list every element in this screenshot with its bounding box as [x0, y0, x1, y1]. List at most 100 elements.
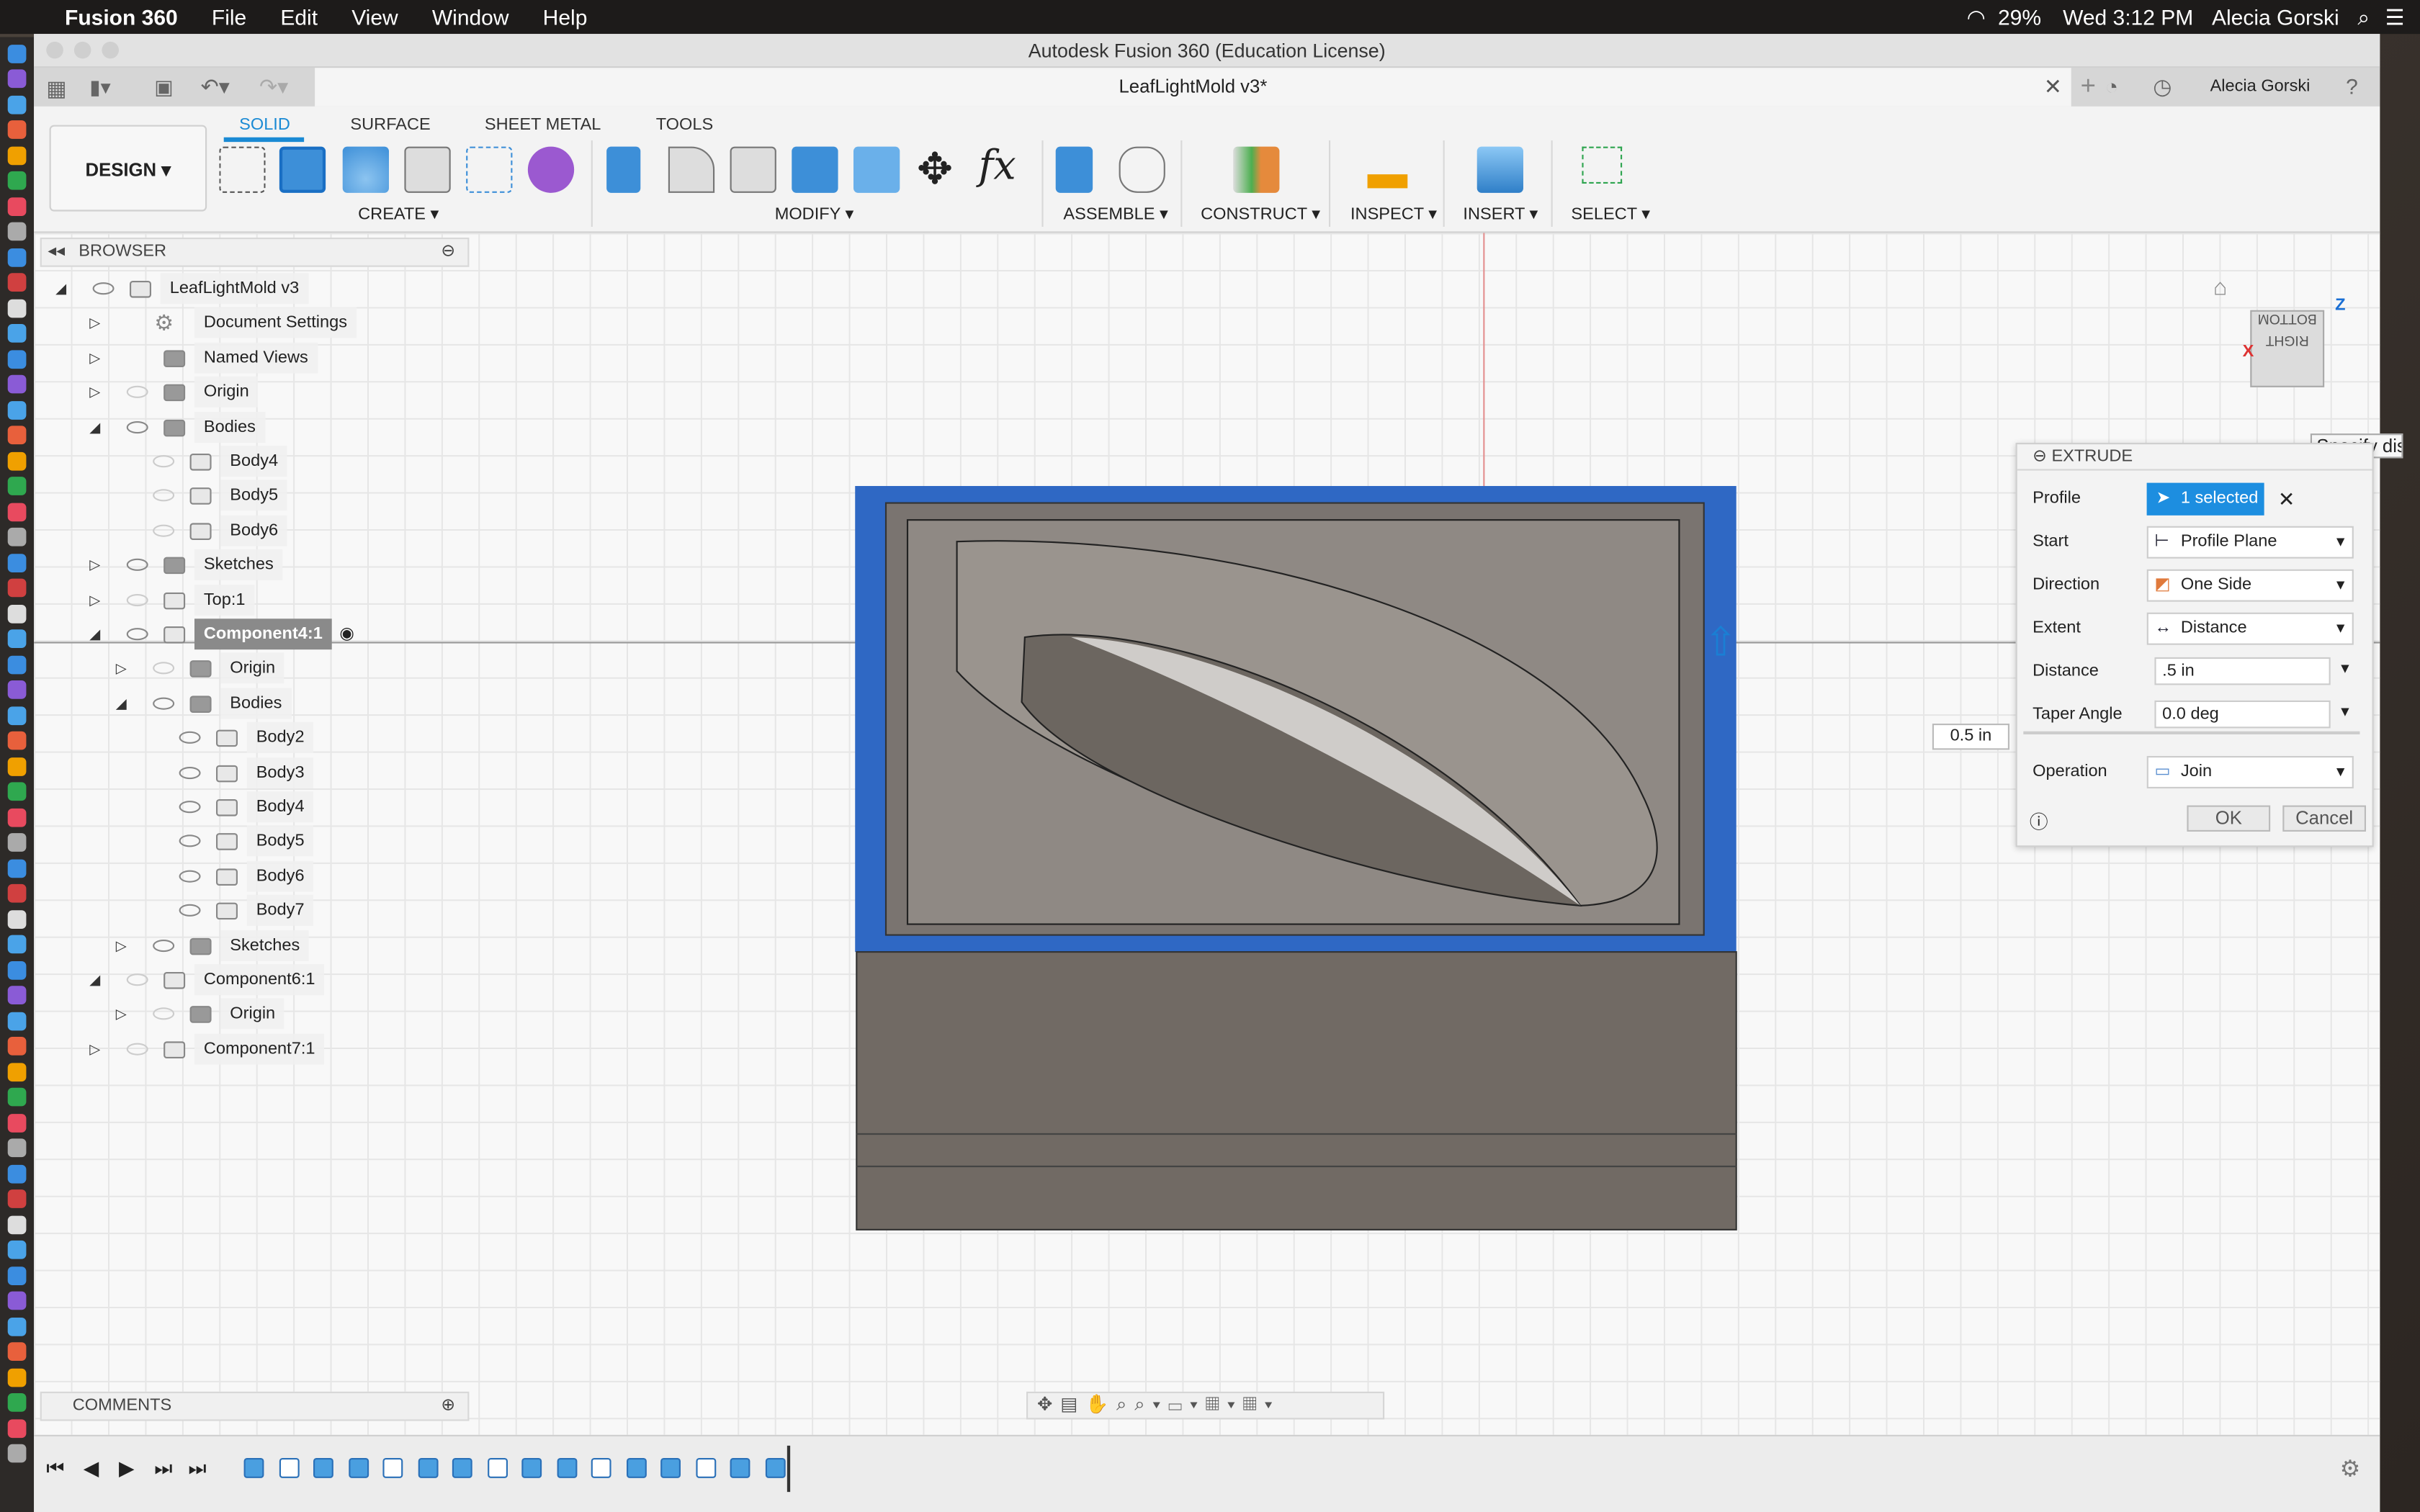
dock-app-icon[interactable]: [7, 1367, 27, 1387]
workspace-switcher[interactable]: DESIGN ▾: [49, 125, 207, 212]
grid-settings-icon[interactable]: ▦▾: [1206, 1393, 1243, 1415]
revolve-icon[interactable]: [342, 146, 389, 193]
visibility-eye-icon[interactable]: [126, 973, 148, 986]
timeline-feature-icon[interactable]: [313, 1457, 333, 1478]
fillet-icon[interactable]: [668, 146, 715, 193]
dock-app-icon[interactable]: [7, 603, 27, 623]
visibility-eye-icon[interactable]: [126, 420, 148, 433]
create-menu[interactable]: CREATE ▾: [358, 204, 439, 224]
visibility-eye-icon[interactable]: [126, 1043, 148, 1056]
collapsed-arrow-icon[interactable]: ▷: [89, 1033, 100, 1064]
dock-app-icon[interactable]: [7, 858, 27, 878]
browser-node[interactable]: Body7: [40, 895, 470, 927]
dock-app-icon[interactable]: [7, 527, 27, 546]
expanded-arrow-icon[interactable]: ◢: [89, 964, 100, 995]
dock-app-icon[interactable]: [7, 349, 27, 369]
timeline-marker[interactable]: [786, 1445, 791, 1493]
browser-node[interactable]: Body6: [40, 860, 470, 892]
pattern-icon[interactable]: [466, 146, 513, 193]
ok-button[interactable]: OK: [2187, 805, 2271, 832]
dock-app-icon[interactable]: [7, 706, 27, 725]
visibility-eye-icon[interactable]: [126, 628, 148, 641]
dropdown-arrow-icon[interactable]: ▼: [2338, 703, 2352, 719]
dock-app-icon[interactable]: [7, 1011, 27, 1030]
file-menu-icon[interactable]: ▮▾: [89, 76, 110, 100]
dock-app-icon[interactable]: [7, 222, 27, 241]
timeline-feature-icon[interactable]: [243, 1457, 264, 1478]
visibility-eye-icon[interactable]: [126, 559, 148, 572]
viewcube-right-face[interactable]: RIGHT: [2251, 333, 2323, 364]
dock-app-icon[interactable]: [7, 1189, 27, 1208]
viewcube[interactable]: BOTTOM RIGHT: [2250, 310, 2325, 387]
timeline-feature-icon[interactable]: [417, 1457, 438, 1478]
dock-app-icon[interactable]: [7, 986, 27, 1004]
browser-node[interactable]: ▷ Named Views: [40, 342, 470, 374]
timeline-feature-icon[interactable]: [382, 1457, 403, 1478]
collapse-panel-icon[interactable]: ◂◂: [48, 239, 65, 265]
browser-node[interactable]: ▷ ⚙ Document Settings: [40, 307, 470, 339]
offset-face-icon[interactable]: [853, 146, 900, 193]
timeline-next-icon[interactable]: ⏭: [154, 1457, 172, 1481]
clear-selection-icon[interactable]: ✕: [2278, 487, 2295, 512]
panel-pin-icon[interactable]: ⊖: [441, 239, 455, 265]
expanded-arrow-icon[interactable]: ◢: [89, 618, 100, 649]
offset-plane-icon[interactable]: [1233, 146, 1280, 193]
dock-app-icon[interactable]: [7, 883, 27, 903]
visibility-eye-icon[interactable]: [179, 732, 201, 744]
visibility-eye-icon[interactable]: [179, 870, 201, 883]
distance-dimension-input[interactable]: 0.5 in: [1932, 723, 2009, 750]
extrude-header[interactable]: ⊖ EXTRUDE: [2017, 444, 2372, 471]
collapsed-arrow-icon[interactable]: ▷: [89, 549, 100, 580]
dock-app-icon[interactable]: [7, 400, 27, 419]
profile-selection-button[interactable]: ➤ 1 selected: [2146, 482, 2264, 516]
expanded-arrow-icon[interactable]: ◢: [55, 273, 66, 304]
distance-drag-arrow-icon[interactable]: ⇧: [1704, 618, 1738, 666]
3d-canvas[interactable]: ⇧ 0.5 in ⌂ BOTTOM RIGHT Z X Specify dist…: [34, 233, 2403, 1435]
browser-node[interactable]: Body4: [40, 791, 470, 823]
fit-icon[interactable]: ⌕▾: [1134, 1393, 1168, 1415]
dock-app-icon[interactable]: [7, 731, 27, 750]
press-pull-icon[interactable]: [606, 146, 641, 193]
dock-app-icon[interactable]: [7, 324, 27, 343]
timeline-feature-icon[interactable]: [591, 1457, 611, 1478]
dock-app-icon[interactable]: [7, 1418, 27, 1438]
dock-app-icon[interactable]: [7, 654, 27, 674]
orbit-icon[interactable]: ✥: [1037, 1393, 1060, 1415]
dock-app-icon[interactable]: [7, 553, 27, 572]
distance-input[interactable]: .5 in: [2154, 657, 2331, 685]
browser-node[interactable]: ▷ Origin: [40, 999, 470, 1030]
timeline-feature-icon[interactable]: [764, 1457, 785, 1478]
zoom-window-button[interactable]: [102, 41, 119, 59]
browser-node[interactable]: ◢ Bodies: [40, 411, 470, 443]
assemble-menu[interactable]: ASSEMBLE ▾: [1063, 204, 1168, 224]
visibility-eye-icon[interactable]: [153, 455, 175, 468]
timeline-feature-icon[interactable]: [625, 1457, 646, 1478]
start-select[interactable]: ⊢ Profile Plane ▼: [2146, 526, 2354, 559]
menu-window[interactable]: Window: [432, 4, 509, 29]
timeline-feature-icon[interactable]: [695, 1457, 716, 1478]
collapsed-arrow-icon[interactable]: ▷: [89, 307, 100, 338]
dock-app-icon[interactable]: [7, 273, 27, 292]
dock-app-icon[interactable]: [7, 1113, 27, 1132]
collapsed-arrow-icon[interactable]: ▷: [116, 999, 127, 1030]
timeline-feature-icon[interactable]: [487, 1457, 507, 1478]
browser-node[interactable]: ◢ Component6:1: [40, 964, 470, 996]
menubar-user[interactable]: Alecia Gorski: [2212, 4, 2339, 29]
dock-app-icon[interactable]: [7, 426, 27, 445]
dock-app-icon[interactable]: [7, 1444, 27, 1463]
browser-node[interactable]: ▷ Sketches: [40, 549, 470, 581]
dock-app-icon[interactable]: [7, 1266, 27, 1284]
browser-node[interactable]: ▷ Component7:1: [40, 1033, 470, 1065]
collapsed-arrow-icon[interactable]: ▷: [89, 342, 100, 373]
dock-app-icon[interactable]: [7, 94, 27, 114]
dock-app-icon[interactable]: [7, 1342, 27, 1361]
undo-icon[interactable]: ↶▾: [201, 74, 230, 100]
info-icon[interactable]: ⓘ: [2030, 809, 2048, 834]
visibility-eye-icon[interactable]: [179, 801, 201, 814]
combine-icon[interactable]: [792, 146, 838, 193]
home-view-icon[interactable]: ⌂: [2213, 274, 2227, 300]
timeline-feature-icon[interactable]: [278, 1457, 299, 1478]
browser-header[interactable]: ◂◂ BROWSER ⊖: [40, 238, 470, 267]
close-tab-icon[interactable]: ✕: [2044, 68, 2062, 107]
display-settings-icon[interactable]: ▭▾: [1168, 1393, 1206, 1415]
